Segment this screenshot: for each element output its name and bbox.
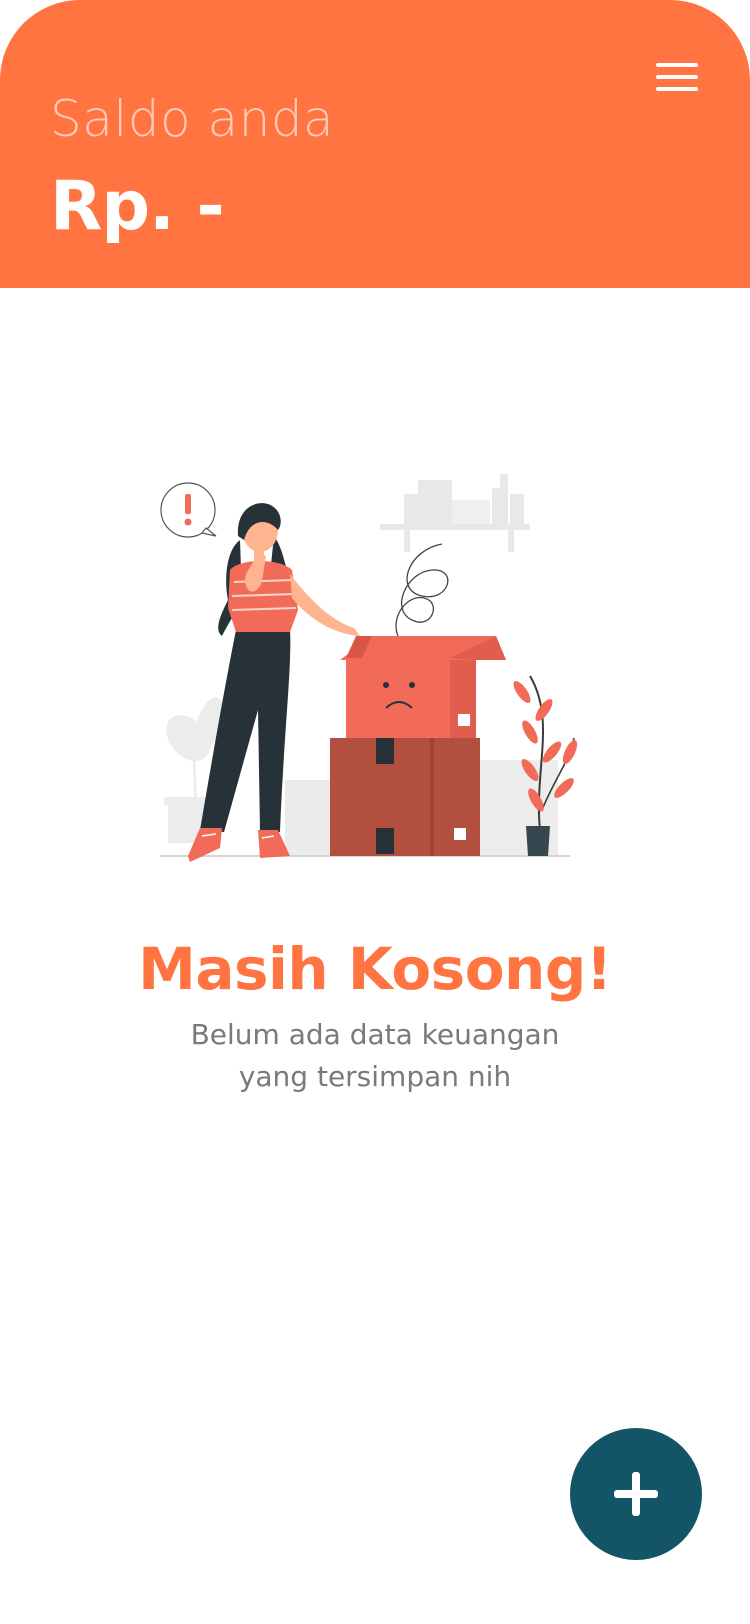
empty-state-description-line2: yang tersimpan nih (238, 1060, 512, 1093)
hamburger-menu-icon[interactable] (656, 60, 698, 94)
box-stack-illustration (330, 636, 506, 856)
exclamation-bubble-icon (160, 482, 217, 538)
empty-state-description: Belum ada data keuangan yang tersimpan n… (0, 1014, 750, 1098)
balance-value: Rp. - (50, 167, 225, 246)
balance-label: Saldo anda (50, 90, 335, 148)
empty-state-title: Masih Kosong! (138, 935, 612, 1003)
plus-icon (614, 1472, 658, 1516)
shelf-illustration (380, 474, 530, 552)
balance-header: Saldo anda Rp. - (0, 0, 750, 288)
empty-state-description-line1: Belum ada data keuangan (190, 1018, 560, 1051)
add-transaction-button[interactable] (570, 1428, 702, 1560)
empty-box-illustration (150, 470, 600, 900)
